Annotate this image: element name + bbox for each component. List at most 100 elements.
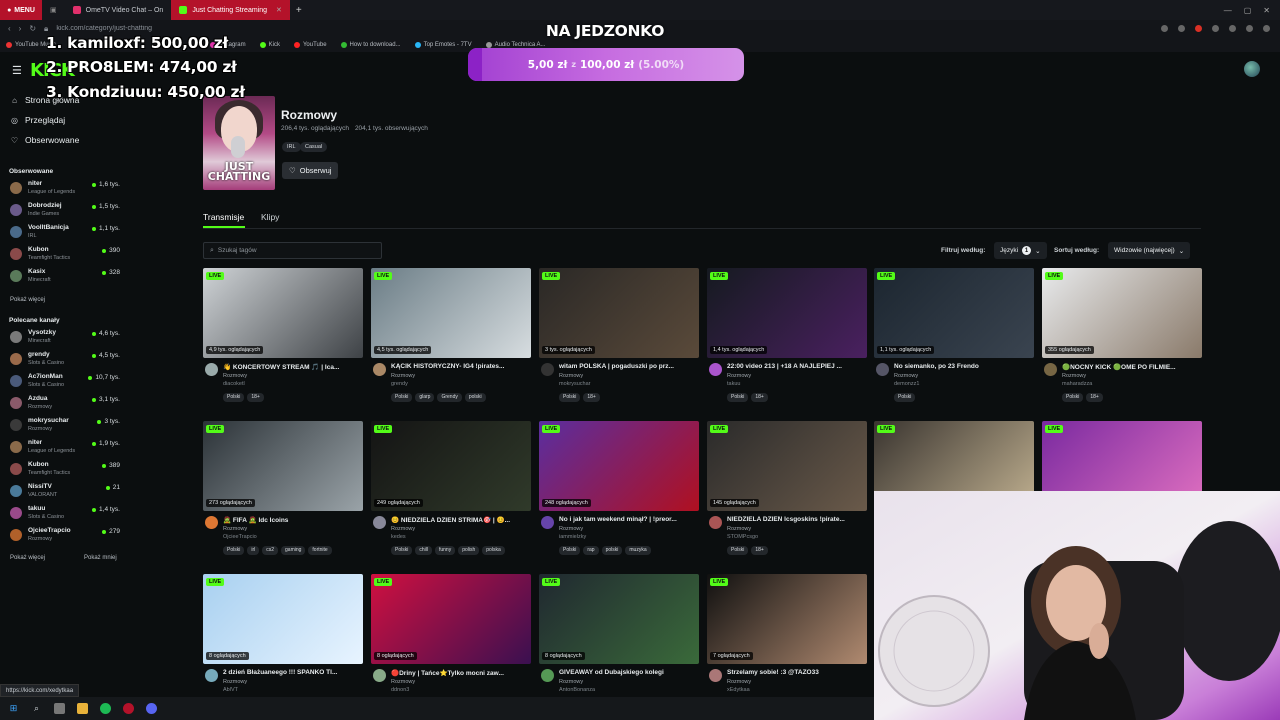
stream-tag[interactable]: 18+	[751, 393, 768, 402]
stream-tag[interactable]: Polski	[391, 546, 413, 555]
avatar[interactable]	[1044, 363, 1057, 376]
tag-search-input[interactable]	[217, 247, 368, 254]
streamer-name[interactable]: AblVT	[223, 687, 238, 693]
windows-start-icon[interactable]: ⊞	[8, 703, 19, 714]
stream-title[interactable]: 2 dzień Błażuaneego !!! SPANKO TI...	[223, 669, 361, 676]
stream-thumbnail[interactable]: LIVE 8 oglądających	[371, 574, 531, 664]
stream-card[interactable]: LIVE 1,4 tys. oglądających 22:00 video 213…	[707, 268, 867, 408]
sidebar-channel[interactable]: Vysotzky Minecraft 4,6 tys.	[8, 328, 122, 349]
sidebar-channel[interactable]: NissiTV VALORANT 21	[8, 482, 122, 503]
sidebar-channel[interactable]: VoolltBanicja IRL 1,1 tys.	[8, 223, 122, 244]
discord-icon[interactable]	[146, 703, 157, 714]
stream-thumbnail[interactable]: LIVE 8 oglądających	[539, 574, 699, 664]
tab-just-chatting[interactable]: Just Chatting Streaming ✕	[171, 0, 290, 20]
bookmark-7tv[interactable]: Top Emotes - 7TV	[414, 41, 472, 48]
stream-tag[interactable]: rap	[583, 546, 599, 555]
stream-title[interactable]: 🧟 FIFA 🧟 Idc Icoins	[223, 516, 361, 524]
download-icon[interactable]	[1246, 25, 1253, 32]
stream-category[interactable]: Rozmowy	[559, 679, 583, 685]
sidebar-channel[interactable]: mokrysuchar Rozmowy 3 tys.	[8, 416, 122, 437]
maximize-icon[interactable]: ▢	[1244, 6, 1252, 15]
sort-dropdown[interactable]: Widzowie (najwięcej) ⌄	[1108, 242, 1191, 259]
sidebar-channel[interactable]: Kubon Teamfight Tactics 390	[8, 245, 122, 266]
tab-ometv[interactable]: OmeTV Video Chat – On	[65, 0, 172, 20]
stream-tag[interactable]: irl	[247, 546, 260, 555]
sidebar-channel[interactable]: OjcieeTrapcio Rozmowy 279	[8, 526, 122, 547]
stream-tag[interactable]: Polski	[1062, 393, 1084, 402]
stream-title[interactable]: 😊 NIEDZIELA DZIEN STRIMA🎯 | 😊...	[391, 516, 529, 524]
stream-title[interactable]: Strzelamy sobie! :3 @TAZO33	[727, 669, 865, 676]
language-filter-dropdown[interactable]: Języki 1 ⌄	[994, 242, 1047, 259]
stream-card[interactable]: LIVE 3 tys. oglądających witam POLSKA | po…	[539, 268, 699, 408]
bookmark-audio-technica[interactable]: Audio Technica A...	[485, 41, 546, 48]
stream-thumbnail[interactable]: LIVE 7 oglądających	[707, 574, 867, 664]
stream-tag[interactable]: chill	[415, 546, 432, 555]
stream-thumbnail[interactable]: LIVE 248 oglądających	[539, 421, 699, 511]
stream-category[interactable]: Rozmowy	[223, 679, 247, 685]
sidebar-item-browse[interactable]: ◎ Przeglądaj	[10, 115, 65, 125]
category-tag-casual[interactable]: Casual	[300, 142, 328, 152]
stream-title[interactable]: 22:00 video 213 | +18 A NAJLEPIEJ ...	[727, 363, 865, 370]
close-tab-icon[interactable]: ✕	[276, 6, 282, 14]
sidebar-channel[interactable]: niter League of Legends 1,9 tys.	[8, 438, 122, 459]
stream-title[interactable]: 🔴Driny | Tańce⭐Tylko mocni zaw...	[391, 669, 529, 677]
stream-title[interactable]: KĄCIK HISTORYCZNY- IG4 !pirates...	[391, 363, 529, 370]
follow-button[interactable]: ♡ Obserwuj	[282, 162, 339, 179]
stream-tag[interactable]: Polski	[559, 393, 581, 402]
task-view-icon[interactable]	[54, 703, 65, 714]
streamer-name[interactable]: mokrysuchar	[559, 381, 590, 387]
bookmark-kick[interactable]: Kick	[259, 41, 280, 48]
extension-icon[interactable]	[1212, 25, 1219, 32]
reload-icon[interactable]: ↻	[29, 24, 36, 33]
sidebar-channel[interactable]: Kasix Minecraft 328	[8, 267, 122, 288]
stream-category[interactable]: Rozmowy	[1062, 373, 1086, 379]
stream-card[interactable]: LIVE 4,9 tys. oglądających 👋 KONCERTOWY ST…	[203, 268, 363, 408]
stream-title[interactable]: 🟢NOCNY KICK 🟢OME PO FILMIE...	[1062, 363, 1200, 371]
stream-card[interactable]: LIVE 273 oglądających 🧟 FIFA 🧟 Idc Icoins R…	[203, 421, 363, 561]
sidebar-channel[interactable]: Ac7ionMan Slots & Casino 10,7 tys.	[8, 372, 122, 393]
bookmark-youtube[interactable]: YouTube	[293, 41, 327, 48]
stream-title[interactable]: witam POLSKA | pogaduszki po prz...	[559, 363, 697, 370]
streamer-name[interactable]: OjcieeTrapcio	[223, 534, 257, 540]
stream-thumbnail[interactable]: LIVE 1,4 tys. oglądających	[707, 268, 867, 358]
stream-tag[interactable]: Polski	[727, 393, 749, 402]
stream-title[interactable]: No siemanko, po 23 Frendo	[894, 363, 1032, 370]
streamer-name[interactable]: STOMPcsgo	[727, 534, 758, 540]
tab-clips[interactable]: Klipy	[261, 212, 279, 222]
stream-category[interactable]: Rozmowy	[559, 526, 583, 532]
profile-icon[interactable]	[1263, 25, 1270, 32]
tab-workspaces[interactable]: ▣	[42, 0, 65, 20]
stream-tag[interactable]: polish	[458, 546, 480, 555]
stream-tag[interactable]: 18+	[751, 546, 768, 555]
sidebar-channel[interactable]: grendy Slots & Casino 4,5 tys.	[8, 350, 122, 371]
stream-card[interactable]: LIVE 8 oglądających 🔴Driny | Tańce⭐Tylko m…	[371, 574, 531, 714]
avatar[interactable]	[709, 669, 722, 682]
stream-title[interactable]: No i jak tam weekend minął? | !preor...	[559, 516, 697, 523]
streamer-name[interactable]: demonzz1	[894, 381, 919, 387]
stream-tag[interactable]: Grendy	[437, 393, 462, 402]
stream-tag[interactable]: Polski	[223, 393, 245, 402]
avatar[interactable]	[373, 669, 386, 682]
streamer-name[interactable]: kedes	[391, 534, 406, 540]
stream-title[interactable]: GIVEAWAY od Dubajskiego kolegi	[559, 669, 697, 676]
stream-title[interactable]: NIEDZIELA DZIEŃ Icsgoskins !pirate...	[727, 516, 865, 523]
stream-category[interactable]: Rozmowy	[223, 373, 247, 379]
stream-tag[interactable]: cs2	[262, 546, 279, 555]
stream-card[interactable]: LIVE 145 oglądających NIEDZIELA DZIEŃ Icsg…	[707, 421, 867, 561]
tab-streams[interactable]: Transmisje	[203, 212, 244, 222]
heart-icon[interactable]	[1229, 25, 1236, 32]
sidebar-channel[interactable]: Kubon Teamfight Tactics 389	[8, 460, 122, 481]
stream-card[interactable]: LIVE 248 oglądających No i jak tam weekend…	[539, 421, 699, 561]
search-icon[interactable]: ⌕	[31, 703, 42, 714]
streamer-name[interactable]: takuu	[727, 381, 740, 387]
avatar[interactable]	[541, 363, 554, 376]
stream-tag[interactable]: 18+	[1086, 393, 1103, 402]
tag-search[interactable]: ⌕	[203, 242, 382, 259]
stream-tag[interactable]: fortnite	[308, 546, 332, 555]
stream-category[interactable]: Rozmowy	[559, 373, 583, 379]
file-explorer-icon[interactable]	[77, 703, 88, 714]
avatar[interactable]	[205, 516, 218, 529]
show-more-followed-button[interactable]: Pokaż więcej	[10, 297, 45, 303]
stream-thumbnail[interactable]: LIVE 1,1 tys. oglądających	[874, 268, 1034, 358]
avatar[interactable]	[876, 363, 889, 376]
